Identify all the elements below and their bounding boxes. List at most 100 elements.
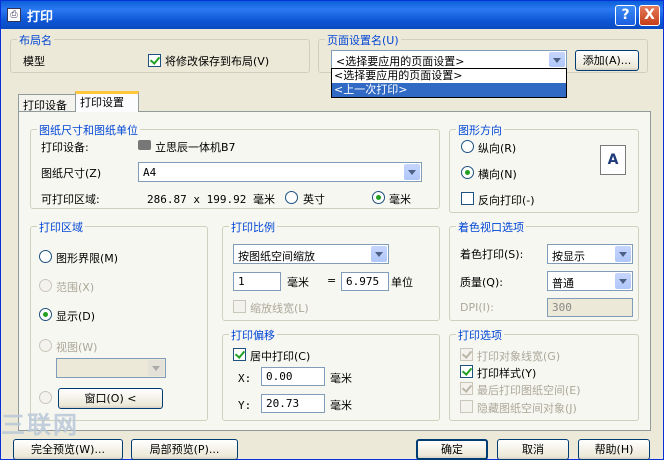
area-display-radio[interactable]: [39, 308, 52, 321]
paper-group-label: 图纸尺寸和图纸单位: [37, 122, 140, 138]
shade-plot-label: 着色打印(S):: [460, 248, 524, 261]
offset-x-unit: 毫米: [330, 372, 352, 385]
orientation-label: 图形方向: [456, 122, 504, 138]
offset-x-label: X:: [238, 372, 252, 385]
quality-label: 质量(Q):: [460, 276, 503, 289]
hide-objects-checkbox: [460, 400, 473, 413]
ok-button[interactable]: 确定: [416, 439, 488, 460]
shade-plot-value: 按显示: [552, 250, 585, 263]
page-setup-combo[interactable]: <选择要应用的页面设置>: [331, 50, 567, 69]
scale-units-input[interactable]: 6.975: [341, 272, 389, 291]
shade-plot-combo[interactable]: 按显示: [547, 244, 633, 264]
chevron-down-icon[interactable]: [549, 52, 565, 67]
plot-scale-label: 打印比例: [229, 219, 277, 235]
chevron-down-icon[interactable]: [615, 273, 631, 289]
device-label: 打印设备:: [41, 141, 89, 154]
save-to-layout-checkbox[interactable]: [148, 54, 161, 67]
plot-lineweights-checkbox: [460, 348, 473, 361]
area-display-label[interactable]: 显示(D): [56, 308, 95, 324]
paperspace-last-checkbox: [460, 382, 473, 395]
scale-units-value: 6.975: [346, 275, 380, 288]
tab-print-settings[interactable]: 打印设置: [75, 91, 139, 112]
unit-mm-label[interactable]: 毫米: [389, 191, 411, 207]
printable-area-value: 286.87 x 199.92 毫米: [147, 193, 275, 206]
paper-size-label: 图纸尺寸(Z): [41, 167, 102, 180]
dialog-title: 打印: [27, 10, 54, 25]
plot-styles-checkbox[interactable]: [460, 365, 473, 378]
offset-x-input[interactable]: 0.00: [261, 367, 325, 386]
dropdown-item[interactable]: <选择要应用的页面设置>: [332, 69, 566, 83]
paper-size-combo[interactable]: A4: [138, 162, 422, 182]
orientation-preview-letter: A: [607, 152, 619, 168]
add-page-setup-button[interactable]: 添加(A)...: [575, 50, 639, 71]
layout-group-label: 布局名: [17, 32, 54, 48]
landscape-label[interactable]: 横向(N): [478, 166, 517, 182]
help-title-button[interactable]: ?: [615, 5, 636, 26]
scale-mode-value: 按图纸空间缩放: [238, 250, 315, 263]
page-setup-value: <选择要应用的页面设置>: [336, 55, 465, 68]
view-select-combo: [56, 358, 166, 378]
dpi-label: DPI(I):: [460, 301, 494, 314]
hide-objects-label: 隐藏图纸空间对象(J): [477, 402, 577, 415]
area-view-label: 视图(W): [56, 341, 98, 354]
landscape-radio[interactable]: [461, 166, 474, 179]
portrait-label[interactable]: 纵向(R): [478, 140, 516, 156]
center-plot-label[interactable]: 居中打印(C): [250, 348, 310, 364]
area-limits-radio[interactable]: [39, 250, 52, 263]
page-setup-label: 页面设置名(U): [325, 32, 401, 48]
dpi-value: 300: [552, 301, 572, 314]
plot-offset-label: 打印偏移: [229, 327, 277, 343]
quality-value: 普通: [552, 277, 574, 290]
chevron-down-icon[interactable]: [371, 246, 387, 262]
center-plot-checkbox[interactable]: [233, 348, 246, 361]
scale-lineweights-checkbox: [233, 300, 246, 313]
shaded-viewport-label: 着色视口选项: [456, 219, 526, 235]
print-dialog: ⎙ 打印 ? X 布局名 模型 将修改保存到布局(V) 页面设置名(U) <选择…: [0, 0, 664, 460]
chevron-down-icon: [148, 360, 164, 376]
partial-preview-button[interactable]: 局部预览(P)...: [131, 439, 238, 460]
scale-mm-value: 1: [238, 275, 245, 288]
plot-styles-label[interactable]: 打印样式(Y): [477, 365, 536, 381]
reverse-print-checkbox[interactable]: [461, 192, 474, 205]
close-button[interactable]: X: [639, 5, 660, 26]
area-window-radio: [39, 391, 52, 404]
plot-area-label: 打印区域: [37, 219, 85, 235]
area-extents-label: 范围(X): [56, 281, 95, 294]
unit-inch-radio[interactable]: [285, 191, 298, 204]
scale-units-label: 单位: [391, 276, 413, 289]
area-view-radio: [39, 339, 52, 352]
scale-lineweights-label: 缩放线宽(L): [250, 302, 309, 315]
scale-equals: =: [327, 274, 337, 287]
layout-name: 模型: [23, 55, 45, 68]
scale-mode-combo[interactable]: 按图纸空间缩放: [233, 244, 389, 264]
paper-size-value: A4: [143, 166, 157, 179]
unit-inch-label[interactable]: 英寸: [303, 191, 325, 207]
save-to-layout-label[interactable]: 将修改保存到布局(V): [165, 53, 269, 69]
reverse-print-label[interactable]: 反向打印(-): [478, 192, 535, 208]
area-extents-radio: [39, 279, 52, 292]
full-preview-button[interactable]: 完全预览(W)...: [13, 439, 123, 460]
chevron-down-icon[interactable]: [615, 246, 631, 262]
tab-print-device[interactable]: 打印设备: [18, 94, 76, 112]
portrait-radio[interactable]: [461, 140, 474, 153]
unit-mm-radio[interactable]: [372, 191, 385, 204]
cancel-button[interactable]: 取消: [497, 439, 569, 460]
plot-lineweights-label: 打印对象线宽(G): [477, 350, 561, 363]
help-button[interactable]: 帮助(H): [578, 439, 650, 460]
offset-x-value: 0.00: [266, 370, 293, 383]
device-value: 立思辰一体机B7: [155, 141, 236, 154]
scale-mm-input[interactable]: 1: [233, 272, 281, 291]
dpi-input: 300: [547, 298, 633, 317]
area-limits-label[interactable]: 图形界限(M): [56, 250, 118, 266]
chevron-down-icon[interactable]: [404, 164, 420, 180]
title-bar[interactable]: ⎙ 打印 ? X: [1, 1, 663, 29]
printer-icon: [138, 140, 151, 150]
app-icon: ⎙: [7, 8, 21, 22]
scale-mm-unit: 毫米: [287, 276, 309, 289]
offset-y-input[interactable]: 20.73: [261, 394, 325, 413]
page-setup-dropdown: <选择要应用的页面设置> <上一次打印>: [331, 68, 567, 98]
quality-combo[interactable]: 普通: [547, 271, 633, 291]
offset-y-label: Y:: [238, 399, 252, 412]
printable-area-label: 可打印区域:: [41, 193, 100, 206]
dropdown-item-selected[interactable]: <上一次打印>: [332, 83, 566, 97]
